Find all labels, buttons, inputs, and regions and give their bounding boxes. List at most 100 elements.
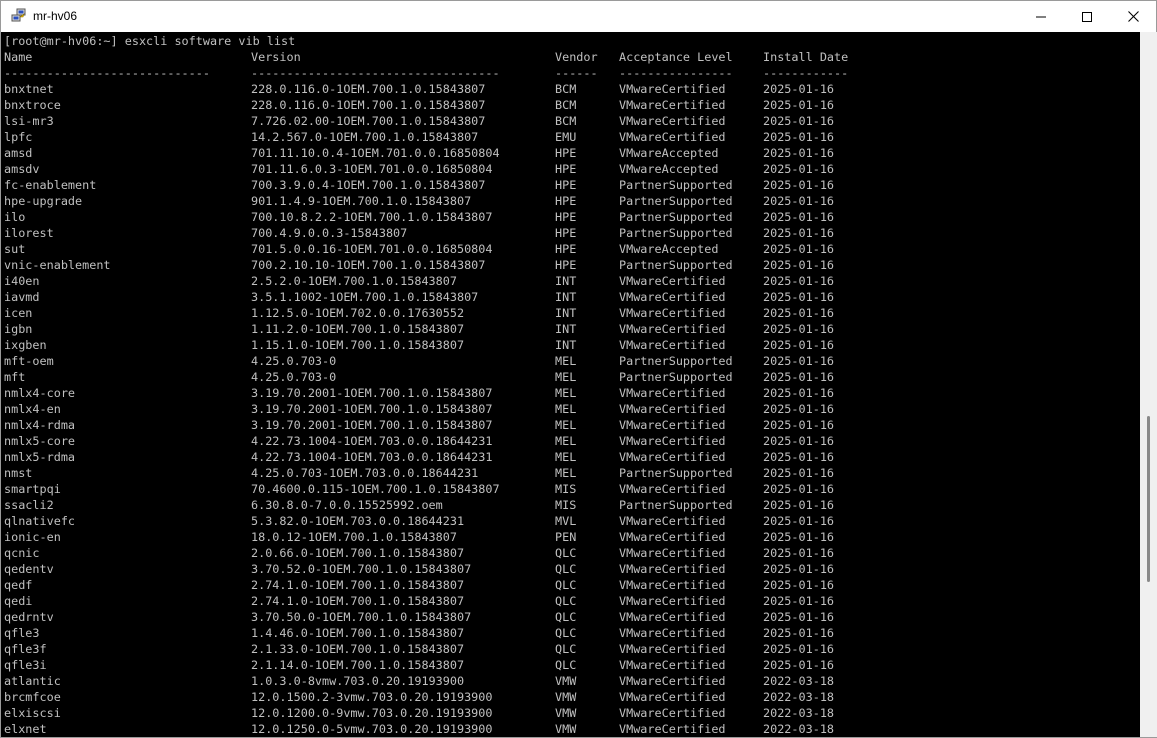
vib-vendor: HPE [555, 146, 577, 160]
vib-acceptance-level: PartnerSupported [619, 466, 733, 480]
vib-acceptance-level: VMwareAccepted [619, 162, 719, 176]
vib-acceptance-level: PartnerSupported [619, 258, 733, 272]
vib-acceptance-level: VMwareCertified [619, 114, 726, 128]
vib-version: 700.3.9.0.4-1OEM.700.1.0.15843807 [251, 178, 486, 192]
vib-install-date: 2025-01-16 [763, 386, 835, 400]
vib-version: 2.1.33.0-1OEM.700.1.0.15843807 [251, 642, 465, 656]
vib-vendor: VMW [555, 690, 577, 704]
vib-vendor: MEL [555, 354, 577, 368]
vib-vendor: MEL [555, 466, 577, 480]
vib-acceptance-level: VMwareCertified [619, 274, 726, 288]
vib-install-date: 2025-01-16 [763, 354, 835, 368]
vib-vendor: VMW [555, 722, 577, 736]
vib-install-date: 2025-01-16 [763, 194, 835, 208]
vib-name: qedrntv [4, 610, 54, 624]
vib-version: 2.74.1.0-1OEM.700.1.0.15843807 [251, 594, 465, 608]
vib-install-date: 2025-01-16 [763, 226, 835, 240]
vib-version: 12.0.1200.0-9vmw.703.0.20.19193900 [251, 706, 493, 720]
vib-vendor: MEL [555, 418, 577, 432]
vib-install-date: 2025-01-16 [763, 338, 835, 352]
table-separator-row: ----------------------------- ----------… [4, 65, 848, 81]
vib-vendor: QLC [555, 578, 577, 592]
vib-name: brcmfcoe [4, 690, 61, 704]
vib-install-date: 2025-01-16 [763, 290, 835, 304]
vib-vendor: EMU [555, 130, 577, 144]
vib-acceptance-level: VMwareCertified [619, 674, 726, 688]
vib-name: icen [4, 306, 33, 320]
vib-name: igbn [4, 322, 33, 336]
vib-install-date: 2025-01-16 [763, 514, 835, 528]
vib-install-date: 2025-01-16 [763, 610, 835, 624]
separator-acceptance-level: ---------------- [619, 66, 733, 80]
vib-acceptance-level: VMwareCertified [619, 338, 726, 352]
vib-vendor: QLC [555, 626, 577, 640]
vib-install-date: 2025-01-16 [763, 642, 835, 656]
vib-acceptance-level: VMwareCertified [619, 626, 726, 640]
vib-acceptance-level: VMwareCertified [619, 306, 726, 320]
vib-vendor: MIS [555, 498, 577, 512]
vib-install-date: 2025-01-16 [763, 258, 835, 272]
vib-version: 12.0.1250.0-5vmw.703.0.20.19193900 [251, 722, 493, 736]
vib-name: ilo [4, 210, 26, 224]
putty-icon[interactable] [11, 8, 27, 24]
vib-vendor: HPE [555, 162, 577, 176]
vib-acceptance-level: PartnerSupported [619, 226, 733, 240]
vib-version: 3.70.50.0-1OEM.700.1.0.15843807 [251, 610, 472, 624]
vib-acceptance-level: VMwareCertified [619, 482, 726, 496]
vib-vendor: BCM [555, 82, 577, 96]
vib-name: qlnativefc [4, 514, 76, 528]
minimize-button[interactable] [1018, 1, 1064, 32]
vib-vendor: MEL [555, 450, 577, 464]
vib-acceptance-level: PartnerSupported [619, 210, 733, 224]
vertical-scrollbar[interactable] [1140, 32, 1157, 737]
vib-name: nmlx4-en [4, 402, 61, 416]
vib-version: 3.5.1.1002-1OEM.700.1.0.15843807 [251, 290, 479, 304]
vib-vendor: HPE [555, 210, 577, 224]
vib-name: bnxtroce [4, 98, 61, 112]
vib-vendor: VMW [555, 674, 577, 688]
separator-install-date: ------------ [763, 66, 849, 80]
separator-name: ----------------------------- [4, 66, 210, 80]
maximize-button[interactable] [1064, 1, 1110, 32]
close-button[interactable] [1110, 1, 1156, 32]
vib-vendor: QLC [555, 562, 577, 576]
vib-install-date: 2025-01-16 [763, 482, 835, 496]
vib-install-date: 2022-03-18 [763, 690, 835, 704]
vib-acceptance-level: VMwareCertified [619, 690, 726, 704]
vib-acceptance-level: PartnerSupported [619, 178, 733, 192]
vib-name: sut [4, 242, 26, 256]
vib-version: 701.5.0.0.16-1OEM.701.0.0.16850804 [251, 242, 493, 256]
scrollbar-thumb[interactable] [1147, 416, 1150, 582]
vib-version: 2.0.66.0-1OEM.700.1.0.15843807 [251, 546, 465, 560]
vib-acceptance-level: VMwareCertified [619, 594, 726, 608]
vib-vendor: HPE [555, 194, 577, 208]
vib-version: 7.726.02.00-1OEM.700.1.0.15843807 [251, 114, 486, 128]
vib-acceptance-level: PartnerSupported [619, 194, 733, 208]
terminal-output[interactable]: [root@mr-hv06:~] esxcli software vib lis… [1, 32, 1140, 737]
vib-install-date: 2025-01-16 [763, 162, 835, 176]
vib-install-date: 2025-01-16 [763, 546, 835, 560]
vib-vendor: INT [555, 290, 577, 304]
vib-install-date: 2025-01-16 [763, 530, 835, 544]
vib-vendor: MIS [555, 482, 577, 496]
vib-acceptance-level: VMwareCertified [619, 578, 726, 592]
title-bar[interactable]: mr-hv06 [1, 1, 1156, 32]
vib-acceptance-level: VMwareCertified [619, 706, 726, 720]
vib-acceptance-level: VMwareCertified [619, 402, 726, 416]
vib-vendor: QLC [555, 642, 577, 656]
vib-version: 701.11.10.0.4-1OEM.701.0.0.16850804 [251, 146, 500, 160]
vib-vendor: QLC [555, 546, 577, 560]
vib-install-date: 2025-01-16 [763, 98, 835, 112]
vib-install-date: 2025-01-16 [763, 210, 835, 224]
vib-name: ionic-en [4, 530, 61, 544]
command-prompt-line: [root@mr-hv06:~] esxcli software vib lis… [4, 34, 296, 48]
vib-version: 14.2.567.0-1OEM.700.1.0.15843807 [251, 130, 479, 144]
vib-acceptance-level: VMwareCertified [619, 530, 726, 544]
vib-version: 700.2.10.10-1OEM.700.1.0.15843807 [251, 258, 486, 272]
vib-vendor: INT [555, 274, 577, 288]
vib-version: 4.22.73.1004-1OEM.703.0.0.18644231 [251, 450, 493, 464]
vib-name: ssacli2 [4, 498, 54, 512]
vib-name: nmlx5-core [4, 434, 76, 448]
vib-install-date: 2025-01-16 [763, 114, 835, 128]
vib-install-date: 2025-01-16 [763, 594, 835, 608]
